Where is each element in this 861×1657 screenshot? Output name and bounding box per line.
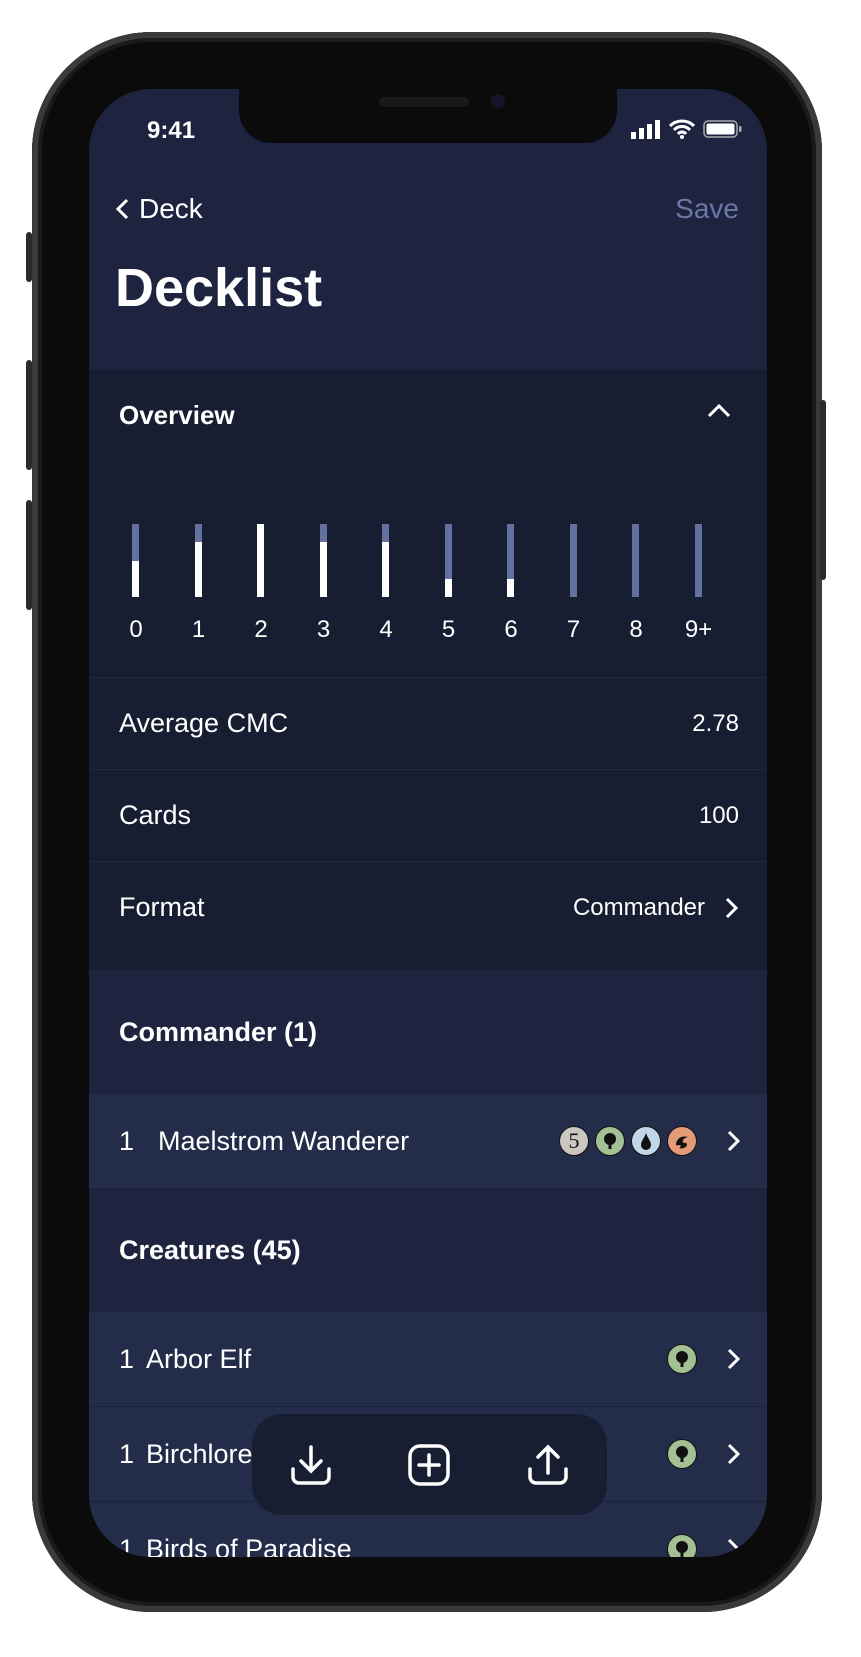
card-quantity: 1	[119, 1343, 135, 1374]
chart-bar-7	[569, 524, 577, 597]
stat-value: Commander	[572, 893, 705, 921]
bottom-toolbar	[252, 1414, 607, 1515]
chart-bar-4	[382, 524, 389, 597]
overview-title: Overview	[119, 400, 235, 430]
chart-bar-5	[444, 524, 452, 597]
chart-bar-fill	[194, 542, 202, 597]
card-name: Arbor Elf	[146, 1343, 252, 1374]
green-mana-tree-icon	[667, 1344, 697, 1374]
mana-cost: 5	[559, 1126, 697, 1156]
status-time: 9:41	[147, 117, 196, 144]
chart-bar-fill	[132, 560, 139, 597]
mana-cost	[667, 1344, 697, 1374]
chart-bar-8	[632, 524, 639, 597]
section-header-commander: Commander (1)	[89, 970, 767, 1094]
volume-down-button	[26, 500, 32, 610]
stat-value: 100	[698, 801, 739, 829]
chart-tick-label: 9+	[684, 616, 713, 643]
chart-bar-fill	[319, 542, 327, 597]
chart-tick-label: 5	[441, 616, 456, 643]
card-name: Maelstrom Wanderer	[158, 1125, 410, 1156]
wifi-icon	[669, 119, 695, 139]
overview-panel: Overview 0 1 2 3 4 5 6 7 8 9+ Average CMC 2.78 Ca…	[89, 370, 767, 970]
save-button[interactable]: Save	[675, 193, 739, 225]
card-quantity: 1	[119, 1438, 135, 1469]
green-mana-tree-icon	[667, 1534, 697, 1557]
chart-bar-fill	[444, 578, 452, 597]
notch	[239, 89, 617, 143]
blue-mana-drop-icon	[631, 1126, 661, 1156]
stat-label: Format	[119, 892, 205, 922]
stat-cards: Cards 100	[89, 769, 767, 861]
chevron-right-icon	[727, 1130, 741, 1152]
page-title: Decklist	[115, 258, 323, 318]
section-header-creatures: Creatures (45)	[89, 1189, 767, 1312]
chart-tick-label: 3	[316, 616, 331, 643]
mana-cost	[667, 1534, 697, 1557]
camera	[491, 94, 505, 108]
card-quantity: 1	[119, 1533, 135, 1558]
red-mana-fire-icon	[667, 1126, 697, 1156]
add-icon[interactable]	[407, 1443, 451, 1487]
chart-bar-0	[132, 524, 139, 597]
green-mana-tree-icon	[667, 1439, 697, 1469]
screen: 9:41 Deck Save Decklist Overview 0 1 2 3 4 5 6…	[89, 89, 767, 1557]
chart-bar-2	[257, 524, 264, 597]
chart-tick-label: 0	[129, 616, 143, 643]
chart-tick-label: 4	[379, 616, 393, 643]
status-icons	[631, 119, 743, 139]
chevron-up-icon[interactable]	[707, 402, 731, 423]
card-name: Birds of Paradise	[146, 1533, 352, 1558]
battery-icon	[703, 120, 742, 138]
stat-format[interactable]: Format Commander	[89, 861, 767, 953]
card-row[interactable]: 1 Maelstrom Wanderer 5	[89, 1094, 767, 1189]
share-icon[interactable]	[526, 1443, 570, 1487]
chevron-right-icon	[725, 897, 739, 918]
chart-bar-6	[507, 524, 514, 597]
chart-bar-fill	[382, 542, 389, 597]
chevron-right-icon	[727, 1348, 741, 1370]
mute-switch	[26, 232, 32, 282]
stat-label: Average CMC	[119, 708, 289, 738]
chart-tick-label: 1	[191, 616, 206, 643]
back-label: Deck	[139, 193, 203, 224]
chart-tick-label: 2	[254, 616, 268, 643]
chart-bar-1	[194, 524, 202, 597]
chart-bar-9+	[694, 524, 702, 597]
chart-tick-label: 7	[566, 616, 581, 643]
chart-bar-fill	[507, 578, 514, 597]
chart-tick-label: 8	[629, 616, 643, 643]
generic-mana-5-icon: 5	[559, 1126, 589, 1156]
back-button[interactable]: Deck	[115, 193, 203, 225]
signal-icon	[631, 120, 660, 139]
card-row[interactable]: 1 Arbor Elf	[89, 1312, 767, 1407]
power-button	[820, 400, 826, 580]
stat-average-cmc: Average CMC 2.78	[89, 677, 767, 769]
chart-bar-fill	[257, 524, 264, 597]
volume-up-button	[26, 360, 32, 470]
chevron-left-icon	[115, 198, 129, 220]
chart-bar-3	[319, 524, 327, 597]
stat-label: Cards	[119, 800, 192, 830]
green-mana-tree-icon	[595, 1126, 625, 1156]
chart-tick-label: 6	[504, 616, 518, 643]
download-icon[interactable]	[289, 1443, 333, 1487]
mana-cost	[667, 1439, 697, 1469]
chevron-right-icon	[727, 1538, 741, 1557]
card-quantity: 1	[119, 1125, 135, 1156]
speaker	[379, 97, 469, 107]
stat-value: 2.78	[692, 709, 739, 737]
chevron-right-icon	[727, 1443, 741, 1465]
